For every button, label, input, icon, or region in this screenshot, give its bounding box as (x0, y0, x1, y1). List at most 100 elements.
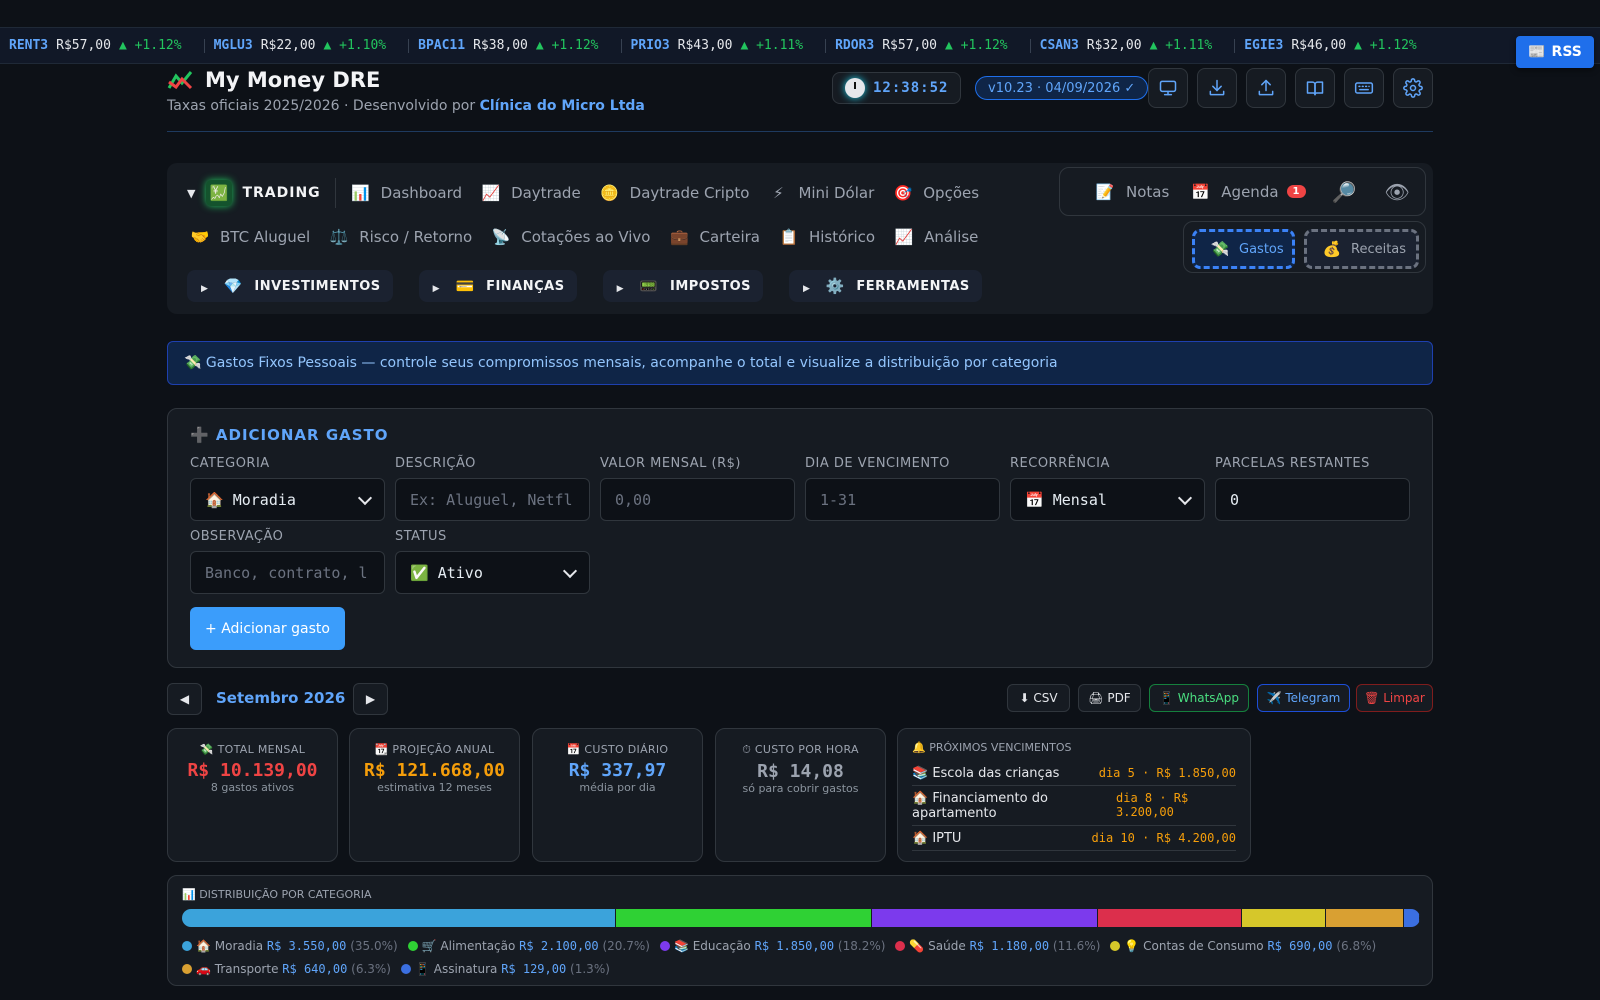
nav-item-label: Daytrade (511, 184, 581, 202)
categoria-field: CATEGORIA 🏠 Moradia (190, 456, 385, 521)
version-badge[interactable]: v10.23 · 04/09/2026 ✓ (975, 76, 1149, 100)
trading-group-toggle[interactable]: ▼ 💹 TRADING (187, 178, 336, 208)
legend-amount: R$ 2.100,00 (519, 939, 599, 953)
parcelas-field: PARCELAS RESTANTES 0 (1215, 456, 1410, 521)
categoria-label: CATEGORIA (190, 456, 270, 471)
nav-item-label: Cotações ao Vivo (521, 228, 651, 246)
monitor-button[interactable] (1148, 68, 1188, 108)
group-label: INVESTIMENTOS (254, 278, 381, 294)
money-wings-icon: 💸 (1210, 240, 1230, 258)
chevron-down-icon (1177, 490, 1193, 505)
vencimento-row[interactable]: 📚 Escola das crianças dia 5 · R$ 1.850,00 (912, 764, 1236, 786)
rss-button[interactable]: 📰 RSS (1516, 36, 1594, 68)
valor-input[interactable]: 0,00 (600, 478, 795, 521)
receitas-tab[interactable]: 💰 Receitas (1304, 229, 1419, 269)
nav-group-1[interactable]: ▶ 💳 FINANÇAS (418, 270, 577, 302)
vencimento-row[interactable]: 🏠 Financiamento do apartamento dia 8 · R$… (912, 789, 1236, 826)
clear-button[interactable]: 🗑 Limpar (1356, 684, 1433, 712)
rss-icon: 📰 (1528, 44, 1546, 60)
keyboard-button[interactable] (1344, 68, 1384, 108)
quick-actions: 📝 Notas 📅 Agenda 1 🔎 👁 (1059, 167, 1426, 216)
vencimento-name: 📚 Escola das crianças (912, 766, 1060, 781)
ticker-change: ▲ +1.12% (535, 38, 599, 53)
vencimento-row[interactable]: 🏠 IPTU dia 10 · R$ 4.200,00 (912, 829, 1236, 851)
legend-percent: (1.3%) (570, 962, 610, 976)
nav-item-daytrade[interactable]: 📈 Daytrade (478, 180, 581, 206)
notes-button[interactable]: 📝 Notas (1092, 179, 1170, 205)
custo-hora-label: ⏱ CUSTO POR HORA (742, 743, 859, 756)
whatsapp-button[interactable]: 📱 WhatsApp (1149, 684, 1249, 712)
chevron-down-icon (562, 563, 578, 578)
legend-dot (895, 941, 906, 951)
nav-item-an-lise[interactable]: 📈 Análise (891, 224, 979, 250)
dia-input[interactable]: 1-31 (805, 478, 1000, 521)
nav-group-0[interactable]: ▶ 💎 INVESTIMENTOS (187, 270, 393, 302)
company-link[interactable]: Clínica do Micro Ltda (480, 98, 645, 114)
nav-group-3[interactable]: ▶ ⚙️ FERRAMENTAS (789, 270, 982, 302)
add-expense-button[interactable]: + Adicionar gasto (190, 607, 345, 650)
gastos-tab[interactable]: 💸 Gastos (1192, 229, 1295, 269)
ticker-item[interactable]: BPAC11 R$38,00 ▲ +1.12% (409, 38, 622, 53)
caret-right-icon: ▶ (803, 284, 811, 294)
ticker-item[interactable]: RENT3 R$57,00 ▲ +1.12% (0, 38, 205, 53)
nav-item-daytrade-cripto[interactable]: 🪙 Daytrade Cripto (597, 180, 750, 206)
agenda-badge: 1 (1286, 185, 1306, 198)
ticker-symbol: CSAN3 (1039, 38, 1079, 53)
vencimento-when: dia 10 · R$ 4.200,00 (1091, 831, 1237, 845)
logo: My Money DRE (167, 68, 380, 92)
download-button[interactable] (1197, 68, 1237, 108)
vencimentos-label: 🔔 PRÓXIMOS VENCIMENTOS (912, 741, 1072, 754)
search-icon[interactable]: 🔎 (1332, 180, 1357, 204)
nav-icon: 💼 (670, 228, 689, 246)
observacao-input[interactable]: Banco, contrato, l (190, 551, 385, 594)
ticker-item[interactable]: CSAN3 R$32,00 ▲ +1.11% (1031, 38, 1236, 53)
custo-diario-sub: média por dia (579, 781, 656, 794)
nav-icon: 🤝 (190, 228, 210, 246)
nav-item-op-es[interactable]: 🎯 Opções (890, 180, 979, 206)
prev-month-button[interactable]: ◀ (167, 683, 202, 715)
nav-item-cota-es-ao-vivo[interactable]: 📡 Cotações ao Vivo (488, 224, 651, 250)
nav-item-risco-retorno[interactable]: ⚖️ Risco / Retorno (326, 224, 472, 250)
eye-icon[interactable]: 👁 (1384, 180, 1409, 204)
export-pdf-button[interactable]: 🖨 PDF (1078, 684, 1141, 712)
status-select[interactable]: ✅ Ativo (395, 551, 590, 594)
legend-amount: R$ 640,00 (282, 962, 348, 976)
parcelas-input[interactable]: 0 (1215, 478, 1410, 521)
descricao-input[interactable]: Ex: Aluguel, Netfl (395, 478, 590, 521)
legend-item: 🛒 Alimentação R$ 2.100,00 (20.7%) (407, 935, 650, 958)
ticker-item[interactable]: PRIO3 R$43,00 ▲ +1.11% (622, 38, 827, 53)
legend-percent: (6.3%) (351, 962, 391, 976)
book-button[interactable] (1295, 68, 1335, 108)
nav-icon: 📡 (491, 228, 511, 246)
vencimento-name: 🏠 Financiamento do apartamento (912, 791, 1048, 821)
group-label: FERRAMENTAS (856, 278, 970, 294)
nav-item-label: Daytrade Cripto (629, 184, 750, 202)
export-csv-button[interactable]: ⬇ CSV (1007, 684, 1070, 712)
next-month-button[interactable]: ▶ (353, 683, 388, 715)
agenda-button[interactable]: 📅 Agenda 1 (1187, 179, 1306, 205)
vencimento-when: dia 8 · R$ 3.200,00 (1116, 791, 1189, 819)
ticker-item[interactable]: RDOR3 R$57,00 ▲ +1.12% (826, 38, 1031, 53)
ticker-item[interactable]: EGIE3 R$46,00 ▲ +1.12% (1235, 38, 1439, 53)
nav-item-mini-d-lar[interactable]: ⚡ Mini Dólar (765, 180, 874, 206)
recorrencia-select[interactable]: 📅 Mensal (1010, 478, 1205, 521)
ticker-change: ▲ +1.12% (945, 38, 1008, 53)
book-icon (1306, 81, 1324, 96)
settings-button[interactable] (1393, 68, 1433, 108)
nav-item-carteira[interactable]: 💼 Carteira (667, 224, 760, 250)
categoria-select[interactable]: 🏠 Moradia (190, 478, 385, 521)
telegram-button[interactable]: ✈️ Telegram (1257, 684, 1350, 712)
nav-icon: 📈 (894, 228, 914, 246)
nav-item-hist-rico[interactable]: 📋 Histórico (776, 224, 875, 250)
ticker-symbol: EGIE3 (1244, 38, 1284, 53)
ticker-item[interactable]: MGLU3 R$22,00 ▲ +1.10% (205, 38, 410, 53)
nav-item-btc-aluguel[interactable]: 🤝 BTC Aluguel (187, 224, 311, 250)
valor-label: VALOR MENSAL (R$) (600, 456, 741, 471)
nav-item-dashboard[interactable]: 📊 Dashboard (348, 180, 462, 206)
ticker-change: ▲ +1.11% (740, 38, 804, 53)
upload-button[interactable] (1246, 68, 1286, 108)
caret-down-icon: ▼ (187, 186, 197, 200)
distribution-segment (1403, 909, 1420, 927)
legend-dot (407, 941, 418, 951)
nav-group-2[interactable]: ▶ 📟 IMPOSTOS (602, 270, 763, 302)
